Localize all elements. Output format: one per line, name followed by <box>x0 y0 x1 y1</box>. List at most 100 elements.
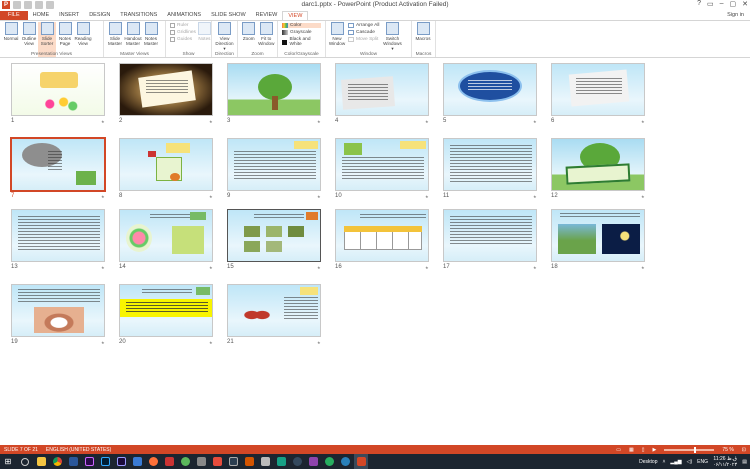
title-icon <box>306 212 318 220</box>
tab-home[interactable]: HOME <box>28 11 55 20</box>
tab-view[interactable]: VIEW <box>282 11 309 20</box>
tab-transitions[interactable]: TRANSITIONS <box>115 11 162 20</box>
windows-start-icon[interactable]: ⊞ <box>0 454 16 469</box>
tab-review[interactable]: REVIEW <box>251 11 283 20</box>
arrange-all-button[interactable]: Arrange All <box>348 23 379 28</box>
reading-view-icon <box>76 22 90 35</box>
maximize-button[interactable]: ▢ <box>730 0 737 8</box>
app-icon[interactable] <box>242 454 256 469</box>
slide-thumbnail[interactable] <box>443 63 537 116</box>
minimize-button[interactable]: – <box>720 0 724 8</box>
notification-icon[interactable]: ▤ <box>742 459 747 465</box>
slide-thumbnail[interactable] <box>227 209 321 262</box>
outline-view-icon <box>22 22 36 35</box>
language-indicator[interactable]: ENG <box>697 459 708 465</box>
zoom-slider[interactable] <box>664 446 715 453</box>
language-indicator[interactable]: ENGLISH (UNITED STATES) <box>42 447 115 453</box>
move-split-button[interactable]: Move Split <box>348 37 379 42</box>
search-icon[interactable] <box>18 454 32 469</box>
slide-master-icon <box>108 22 122 35</box>
slide-text <box>18 289 100 303</box>
slide-thumbnail[interactable] <box>551 63 645 116</box>
ribbon-display-icon[interactable]: ▭ <box>707 0 714 8</box>
slide-thumbnail[interactable] <box>119 209 213 262</box>
volume-icon[interactable]: ◁) <box>687 459 693 465</box>
slide-thumbnail[interactable] <box>443 138 537 191</box>
slide-thumbnail[interactable] <box>335 138 429 191</box>
slide-thumbnail[interactable] <box>335 209 429 262</box>
sign-in-link[interactable]: Sign in <box>727 12 744 18</box>
color-button[interactable]: Color <box>282 23 321 28</box>
tab-insert[interactable]: INSERT <box>54 11 84 20</box>
slide-thumbnail[interactable] <box>551 138 645 191</box>
app-icon[interactable] <box>322 454 336 469</box>
powerpoint-taskbar-icon[interactable] <box>354 454 368 469</box>
slide-text <box>126 302 208 314</box>
tab-animations[interactable]: ANIMATIONS <box>162 11 206 20</box>
app-icon[interactable] <box>194 454 208 469</box>
slide-thumbnail[interactable] <box>227 284 321 337</box>
after-effects-icon[interactable] <box>114 454 128 469</box>
slide-thumbnail[interactable] <box>227 138 321 191</box>
transition-star-icon: ★ <box>425 119 429 124</box>
desktop-toolbar[interactable]: Desktop <box>639 459 657 465</box>
transition-star-icon: ★ <box>209 119 213 124</box>
tab-file[interactable]: FILE <box>0 11 28 20</box>
app-icon[interactable] <box>226 454 240 469</box>
tab-design[interactable]: DESIGN <box>84 11 115 20</box>
photoshop-icon[interactable] <box>98 454 112 469</box>
app-icon[interactable] <box>210 454 224 469</box>
slide-sorter-icon[interactable]: ▦ <box>629 447 634 453</box>
slide-thumbnail-selected[interactable] <box>10 137 106 192</box>
chevron-up-icon[interactable]: ˄ <box>662 459 665 465</box>
word-icon[interactable] <box>66 454 80 469</box>
gridlines-checkbox[interactable]: Gridlines <box>170 30 196 35</box>
slide-thumbnail[interactable] <box>551 209 645 262</box>
app-icon[interactable] <box>306 454 320 469</box>
slide-thumbnail[interactable] <box>119 138 213 191</box>
zoom-slider-thumb[interactable] <box>694 446 697 453</box>
ruler-checkbox[interactable]: Ruler <box>170 23 196 28</box>
firefox-icon[interactable] <box>146 454 160 469</box>
master-views-group: Slide Master Handout Master Notes Master… <box>104 21 166 57</box>
slide-number: 13 <box>11 264 18 270</box>
children-image <box>565 163 631 185</box>
slide-thumbnail[interactable] <box>335 63 429 116</box>
slide-thumbnail[interactable] <box>11 284 105 337</box>
slide-thumbnail[interactable] <box>227 63 321 116</box>
slide-thumbnail[interactable] <box>11 63 105 116</box>
slide-thumbnail[interactable] <box>119 284 213 337</box>
black-and-white-button[interactable]: Black and White <box>282 37 321 47</box>
app-icon[interactable] <box>274 454 288 469</box>
app-icon[interactable] <box>130 454 144 469</box>
cascade-button[interactable]: Cascade <box>348 30 379 35</box>
slide-thumbnail[interactable] <box>443 209 537 262</box>
tab-slide-show[interactable]: SLIDE SHOW <box>206 11 251 20</box>
clock[interactable]: 11:26 ق.ظ ۰۶/۱۱/۲۰۲۴ <box>713 456 737 468</box>
network-icon[interactable]: ▂▄▆ <box>670 459 681 465</box>
slide-show-icon[interactable]: ▶ <box>653 447 657 453</box>
app-icon[interactable] <box>258 454 272 469</box>
slide-thumbnail[interactable] <box>11 209 105 262</box>
fit-slide-icon[interactable]: ⊡ <box>742 447 746 453</box>
transition-star-icon: ★ <box>533 119 537 124</box>
premiere-icon[interactable] <box>82 454 96 469</box>
reading-view-icon[interactable]: ▯ <box>642 447 645 453</box>
app-icon[interactable] <box>162 454 176 469</box>
app-icon[interactable] <box>338 454 352 469</box>
macros-group: Macros Macros <box>412 21 436 57</box>
guides-checkbox[interactable]: Guides <box>170 37 196 42</box>
plant-image <box>344 143 362 155</box>
help-icon[interactable]: ? <box>697 0 701 8</box>
normal-view-icon[interactable]: ▭ <box>616 447 621 453</box>
move-split-icon <box>348 37 354 42</box>
zoom-level[interactable]: 75 % <box>722 447 733 453</box>
grayscale-button[interactable]: Grayscale <box>282 30 321 35</box>
file-explorer-icon[interactable] <box>34 454 48 469</box>
slide-thumbnail[interactable] <box>119 63 213 116</box>
normal-view-icon <box>4 22 18 35</box>
chrome-icon[interactable] <box>50 454 64 469</box>
app-icon[interactable] <box>290 454 304 469</box>
app-icon[interactable] <box>178 454 192 469</box>
close-button[interactable]: ✕ <box>742 0 748 8</box>
